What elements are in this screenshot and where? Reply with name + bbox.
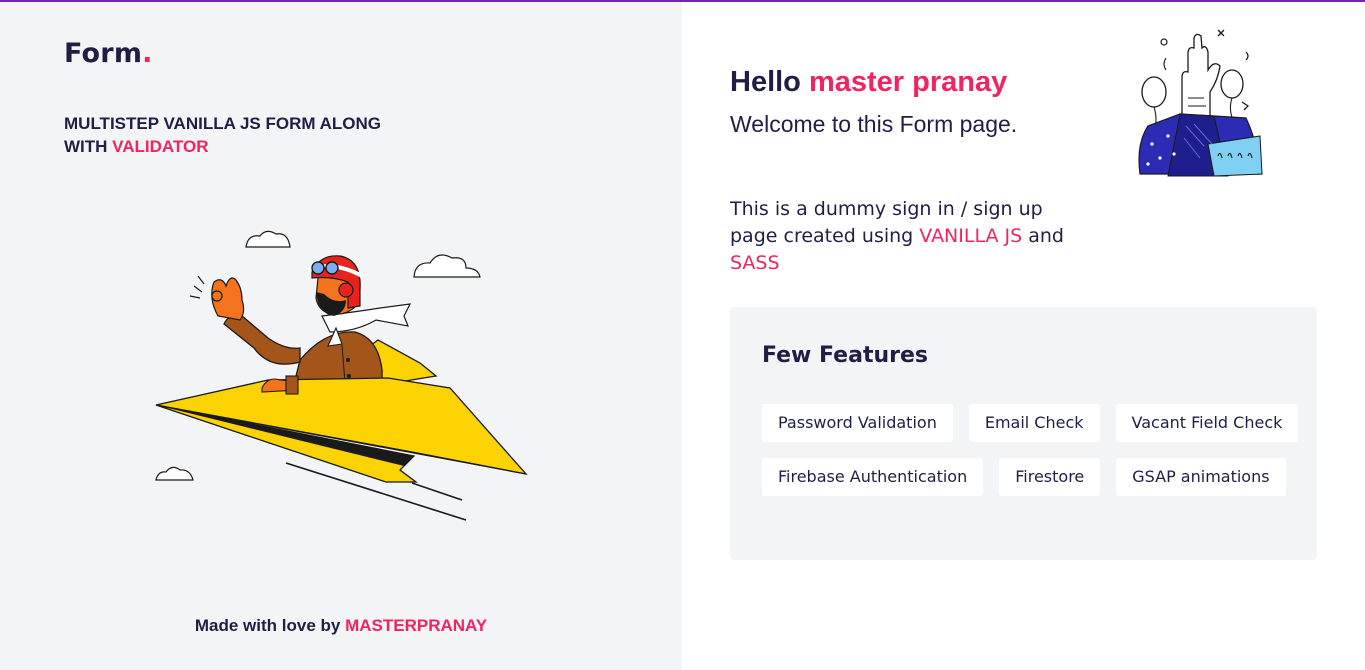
footer-author-link[interactable]: MASTERPRANAY — [345, 616, 487, 635]
feature-chip-vacant-field-check: Vacant Field Check — [1115, 404, 1299, 442]
subtitle-accent: VALIDATOR — [112, 137, 209, 156]
intro-description: This is a dummy sign in / sign up page c… — [730, 196, 1070, 277]
features-list: Password Validation Email Check Vacant F… — [762, 404, 1302, 496]
footer-text: Made with love by — [194, 616, 341, 635]
greeting-prefix: Hello — [730, 66, 801, 98]
feature-chip-firebase-auth: Firebase Authentication — [762, 458, 984, 496]
feature-chip-email-check: Email Check — [968, 404, 1100, 442]
desc-and: and — [1028, 225, 1064, 247]
brand-logo[interactable]: Form. — [64, 38, 153, 69]
page-subtitle: MULTISTEP VANILLA JS FORM ALONG WITH VAL… — [64, 112, 424, 158]
welcome-text: Welcome to this Form page. — [730, 111, 1018, 137]
feature-chip-firestore: Firestore — [999, 458, 1101, 496]
feature-chip-password-validation: Password Validation — [762, 404, 953, 442]
paper-plane-pilot-illustration — [155, 230, 528, 521]
features-card: Few Features Password Validation Email C… — [730, 307, 1317, 560]
left-panel: Form. MULTISTEP VANILLA JS FORM ALONG WI… — [0, 0, 682, 670]
feature-chip-gsap: GSAP animations — [1116, 458, 1286, 496]
brand-dot: . — [142, 38, 153, 69]
footer-credit: Made with love by MASTERPRANAY — [0, 616, 682, 636]
greeting-heading: Hello master pranay — [730, 66, 1007, 99]
features-title: Few Features — [762, 343, 928, 368]
brand-name: Form — [64, 38, 143, 69]
desc-tech-sass: SASS — [730, 252, 780, 274]
top-accent-bar — [0, 0, 1365, 2]
right-panel: Hello master pranay Welcome to this Form… — [682, 0, 1365, 670]
greeting-username: master pranay — [808, 66, 1008, 98]
raised-hand-balloons-illustration — [1138, 29, 1263, 177]
desc-tech-vanilla: VANILLA JS — [919, 225, 1023, 247]
